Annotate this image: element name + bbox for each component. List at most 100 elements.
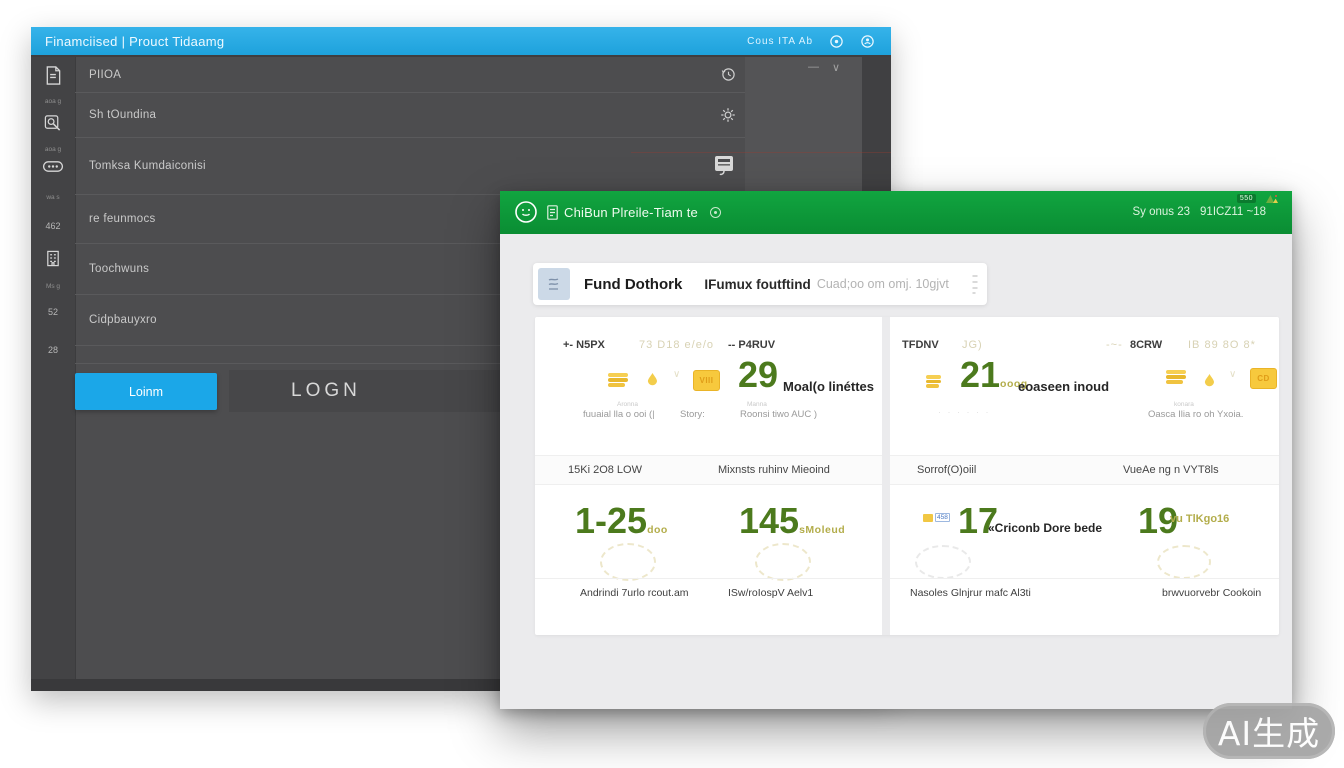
form-field-row[interactable]: PIIOA [75,57,745,93]
stat-caption-tiny: Aronna [617,401,638,408]
status-badge: 550 [1237,194,1256,203]
bottom-label: brwvuorvebr Cookoin [1162,579,1261,608]
form-field-row[interactable]: Sh tOundina [75,93,745,138]
clock-icon[interactable] [720,66,737,83]
building-icon[interactable] [45,249,62,268]
divider-line [631,152,891,153]
login-secondary-label: LOGN [291,380,361,402]
stats-panel: +- N5PX 73 D18 e/e/o -- P4RUV ∨ VIII 29 … [535,317,1279,635]
field-label: Tomksa Kumdaiconisi [89,160,206,172]
faint-dots: · · · · · · [938,407,991,417]
drop-icon [647,372,658,386]
plant-icon [1265,193,1279,204]
dark-titlebar-actions: Cous ITA Ab [747,34,875,49]
bottom-label: Nasoles Glnjrur mafc Al3ti [910,579,1031,608]
mini-asset-icon: 458 [923,513,950,522]
fund-icon [538,268,570,300]
search-icon[interactable] [44,113,63,132]
stats-column-left: +- N5PX 73 D18 e/e/o -- P4RUV ∨ VIII 29 … [535,317,882,635]
mid-label: Sorrof(O)oiil [917,456,976,484]
account-icon[interactable] [860,34,875,49]
window-dashboard: ChiBun Plreile-Tiam te Sy onus 23 91ICZ1… [500,191,1292,709]
dark-sidebar: aoa g aoa g wa s 462 [31,57,76,691]
stat-value: 1-25doo [575,503,668,539]
dark-titlebar[interactable]: Finamciised | Prouct Tidaamg Cous ITA Ab [31,27,891,55]
stat-value: 145sMoleud [739,503,845,539]
calculator-icon[interactable] [711,153,737,179]
chevron-down-icon[interactable]: ∨ [832,61,840,74]
sidebar-tiny-label: wa s [46,194,59,201]
field-label: Sh tOundina [89,109,156,121]
sidebar-number: 52 [48,307,58,317]
titlebar-status-item[interactable]: Sy onus 23 [1132,206,1190,218]
stat-caption: fuuaial lla o ooi (| [583,409,655,420]
dark-titlebar-menu[interactable]: Cous ITA Ab [747,36,813,47]
sidebar-tiny-label: aoa g [45,98,61,105]
bottom-band: Andrindi 7urlo rcout.am ISw/roIospV Aelv… [535,578,882,608]
coins-stack-icon [1166,370,1186,384]
panel-header: +- N5PX [563,339,605,351]
column-divider [882,317,890,635]
doodle-circle [915,545,971,579]
mid-label: VueAe ng n VYT8ls [1123,456,1219,484]
search-card-hint: Cuad;oo om omj. 10gjvt [817,277,949,291]
panel-header: 8CRW [1130,339,1162,351]
panel-header: TFDNV [902,339,939,351]
mid-label: Mixnsts ruhinv Mieoind [718,456,830,484]
eye-icon[interactable] [829,34,844,49]
stat-caption: Roonsi tiwo AUC ) [740,409,817,420]
field-label: Cidpbauyxro [89,314,157,326]
field-label: Toochwuns [89,263,149,275]
minimize-icon[interactable]: — [808,61,819,73]
chevron-down-icon: ∨ [673,369,680,380]
panel-header-faint: JG) [962,339,983,351]
stat-caption: Oasca Ilia ro oh Yxoia. [1148,409,1243,420]
panel-header-faint: -~- [1106,339,1123,351]
stat-label-olive: vu TlKgo16 [1170,513,1229,525]
mid-band: 15Ki 2O8 LOW Mixnsts ruhinv Mieoind [535,455,882,485]
dark-window-title: Finamciised | Prouct Tidaamg [45,34,224,49]
mid-band: Sorrof(O)oiil VueAe ng n VYT8ls [890,455,1279,485]
doodle-circle [755,543,811,581]
stat-label: Moal(o linéttes [783,379,874,394]
doodle-circle [600,543,656,581]
field-label: PIIOA [89,69,121,81]
search-card[interactable]: Fund Dothork IFumux foutftind Cuad;oo om… [533,263,987,305]
doodle-circle [1157,545,1211,579]
form-field-row[interactable]: Tomksa Kumdaiconisi [75,138,745,195]
handle-icon[interactable] [971,272,979,296]
help-icon[interactable] [710,207,721,218]
coins-stack-icon [608,373,628,387]
login-button-primary[interactable]: Loinm [75,373,217,410]
bottom-band: Nasoles Glnjrur mafc Al3ti brwvuorvebr C… [890,578,1279,608]
sidebar-number: 462 [45,221,60,231]
panel-header-faint: IB 89 8O 8* [1188,339,1256,351]
document-icon [547,205,558,220]
mid-label: 15Ki 2O8 LOW [568,456,642,484]
card-icon: VIII [693,370,720,391]
field-label: re feunmocs [89,213,156,225]
stat-label: eoaseen inoud [1018,379,1109,394]
gear-icon[interactable] [719,106,737,124]
ai-generated-watermark: AI生成 [1203,703,1335,759]
gamepad-icon[interactable] [43,159,64,174]
stat-caption: Story: [680,409,705,420]
desktop: Finamciised | Prouct Tidaamg Cous ITA Ab [0,0,1344,768]
panel-header-faint: 73 D18 e/e/o [639,339,714,351]
green-titlebar[interactable]: ChiBun Plreile-Tiam te Sy onus 23 91ICZ1… [500,191,1292,234]
document-icon[interactable] [44,65,63,86]
green-window-title: ChiBun Plreile-Tiam te [564,205,698,220]
stat-caption-tiny: Manna [747,401,767,408]
search-card-subtitle: IFumux foutftind [704,277,810,292]
app-logo-icon [514,200,538,224]
search-card-title: Fund Dothork [584,276,682,293]
sidebar-number: 28 [48,345,58,355]
stat-value: 29 [738,357,778,393]
sidebar-tiny-label: aoa g [45,146,61,153]
sidebar-tiny-label: Ms g [46,283,60,290]
drop-icon [1204,373,1215,387]
titlebar-status-item[interactable]: 91ICZ11 ~18 [1200,206,1266,218]
bottom-label: Andrindi 7urlo rcout.am [580,579,689,608]
stat-caption-tiny: konara [1174,401,1194,408]
stats-column-right: TFDNV JG) -~- 8CRW IB 89 8O 8* 21ooog eo… [890,317,1279,635]
